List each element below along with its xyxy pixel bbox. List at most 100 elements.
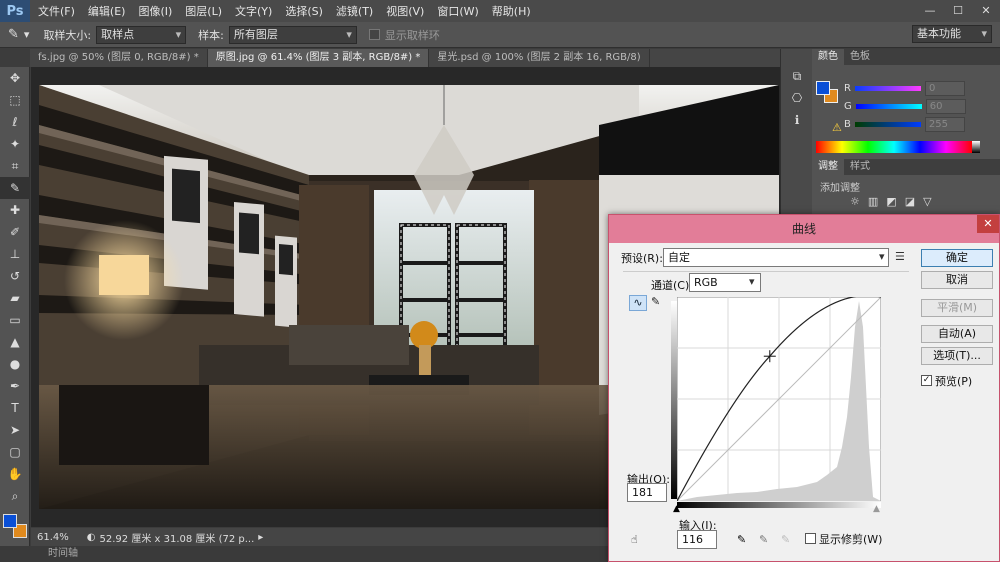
shape-icon[interactable]: ▢ [0, 441, 30, 463]
menu-type[interactable]: 文字(Y) [235, 3, 272, 19]
target-adjust-hand-icon[interactable]: ☝ [631, 533, 638, 546]
healing-icon[interactable]: ✚ [0, 199, 30, 221]
move-icon[interactable]: ✥ [0, 67, 30, 89]
brush-icon[interactable]: ✐ [0, 221, 30, 243]
tab-starlight[interactable]: 星光.psd @ 100% (图层 2 副本 16, RGB/8) [429, 49, 650, 67]
pen-icon[interactable]: ✒ [0, 375, 30, 397]
vibrance-icon[interactable]: ▽ [923, 195, 931, 208]
menu-image[interactable]: 图像(I) [138, 3, 172, 19]
black-eyedropper-icon[interactable]: ✎ [737, 533, 746, 546]
white-point-slider[interactable]: ▲ [873, 504, 880, 514]
preset-options-icon[interactable]: ☰ [895, 250, 905, 263]
curves-title-bar[interactable]: 曲线 ✕ [609, 215, 999, 243]
input-gradient-bar [677, 502, 881, 508]
menu-edit[interactable]: 编辑(E) [88, 3, 126, 19]
hand-icon[interactable]: ✋ [0, 463, 30, 485]
curve-point-tool-icon[interactable]: ∿ [629, 295, 647, 311]
channel-label: 通道(C): [651, 279, 693, 292]
tab-fs[interactable]: fs.jpg @ 50% (图层 0, RGB/8#) * [30, 49, 208, 67]
dodge-icon[interactable]: ● [0, 353, 30, 375]
preview-label: 预览(P) [935, 375, 973, 388]
color-spectrum-bar[interactable] [816, 141, 972, 153]
minimize-button[interactable]: — [916, 0, 944, 22]
g-label: G [844, 100, 852, 112]
tab-original[interactable]: 原图.jpg @ 61.4% (图层 3 副本, RGB/8#) * [207, 49, 430, 67]
chevron-down-icon[interactable]: ▾ [749, 275, 755, 288]
menu-file[interactable]: 文件(F) [38, 3, 75, 19]
status-menu-arrow[interactable]: ▸ [258, 532, 263, 543]
preview-checkbox[interactable]: ✓ [921, 375, 932, 386]
gray-eyedropper-icon[interactable]: ✎ [759, 533, 768, 546]
zoom-level[interactable]: 61.4% [37, 532, 69, 543]
preset-select[interactable]: 自定 [663, 248, 889, 267]
b-slider[interactable] [854, 121, 921, 127]
tool-preset-picker[interactable]: ▾ [24, 28, 30, 41]
tab-color[interactable]: 颜色 [812, 49, 844, 65]
color-panel-fg-swatch[interactable] [816, 81, 830, 95]
g-value-field[interactable]: 60 [925, 98, 966, 114]
type-icon[interactable]: T [0, 397, 30, 419]
foreground-color-swatch[interactable] [3, 514, 17, 528]
options-button[interactable]: 选项(T)... [921, 347, 993, 365]
zoom-icon[interactable]: ⌕ [0, 485, 30, 507]
r-slider[interactable] [854, 85, 921, 91]
curves-adjust-icon[interactable]: ◩ [886, 195, 896, 208]
menu-select[interactable]: 选择(S) [285, 3, 323, 19]
tab-styles[interactable]: 样式 [844, 159, 876, 175]
close-icon[interactable]: ✕ [977, 215, 999, 233]
menu-help[interactable]: 帮助(H) [492, 3, 531, 19]
history-panel-icon[interactable]: ⧉ [781, 65, 813, 87]
workspace-select[interactable]: 基本功能 [912, 25, 992, 43]
black-white-ramp[interactable] [972, 141, 980, 153]
b-value-field[interactable]: 255 [924, 116, 965, 132]
crop-icon[interactable]: ⌗ [0, 155, 30, 177]
gamut-warning-icon[interactable]: ⚠ [832, 121, 842, 134]
marquee-icon[interactable]: ⬚ [0, 89, 30, 111]
sample-select[interactable]: 所有图层 [228, 25, 357, 44]
input-field[interactable]: 116 [677, 530, 717, 549]
brightness-icon[interactable]: ☼ [850, 195, 860, 208]
path-select-icon[interactable]: ➤ [0, 419, 30, 441]
show-ring-checkbox[interactable] [368, 29, 380, 40]
stamp-icon[interactable]: ⊥ [0, 243, 30, 265]
color-swatches[interactable] [0, 511, 30, 541]
properties-panel-icon[interactable]: ⎔ [781, 87, 813, 109]
sample-size-select[interactable]: 取样点 [96, 25, 187, 44]
output-field[interactable]: 181 [627, 483, 667, 502]
white-eyedropper-icon[interactable]: ✎ [781, 533, 790, 546]
lasso-icon[interactable]: ℓ [0, 111, 30, 133]
g-slider[interactable] [855, 103, 922, 109]
menu-view[interactable]: 视图(V) [386, 3, 424, 19]
chevron-down-icon[interactable]: ▾ [879, 250, 885, 263]
eyedropper-icon[interactable]: ✎ [0, 177, 30, 199]
close-window-button[interactable]: ✕ [972, 0, 1000, 22]
pencil-draw-icon[interactable]: ✎ [651, 295, 660, 308]
ok-button[interactable]: 确定 [921, 249, 993, 267]
info-panel-icon[interactable]: ℹ [781, 109, 813, 131]
r-value-field[interactable]: 0 [924, 80, 965, 96]
menu-filter[interactable]: 滤镜(T) [336, 3, 373, 19]
tab-adjustments[interactable]: 调整 [812, 159, 844, 175]
maximize-button[interactable]: ☐ [944, 0, 972, 22]
levels-icon[interactable]: ▥ [868, 195, 878, 208]
menu-window[interactable]: 窗口(W) [437, 3, 478, 19]
eyedropper-icon[interactable]: ✎ [8, 27, 19, 42]
menu-layer[interactable]: 图层(L) [185, 3, 222, 19]
eraser-icon[interactable]: ▰ [0, 287, 30, 309]
show-clipping-label: 显示修剪(W) [819, 533, 883, 546]
history-brush-icon[interactable]: ↺ [0, 265, 30, 287]
exposure-icon[interactable]: ◪ [905, 195, 915, 208]
doc-info-icon[interactable]: ◐ [87, 532, 96, 543]
auto-button[interactable]: 自动(A) [921, 325, 993, 343]
b-label: B [844, 118, 851, 130]
sample-size-label: 取样大小: [43, 28, 92, 42]
gradient-icon[interactable]: ▭ [0, 309, 30, 331]
show-clipping-checkbox[interactable] [805, 533, 816, 544]
blur-icon[interactable]: ▲ [0, 331, 30, 353]
cancel-button[interactable]: 取消 [921, 271, 993, 289]
curves-graph[interactable] [677, 297, 881, 501]
magic-wand-icon[interactable]: ✦ [0, 133, 30, 155]
smooth-button[interactable]: 平滑(M) [921, 299, 993, 317]
black-point-slider[interactable]: ▲ [673, 504, 680, 514]
tab-swatches[interactable]: 色板 [844, 49, 876, 65]
